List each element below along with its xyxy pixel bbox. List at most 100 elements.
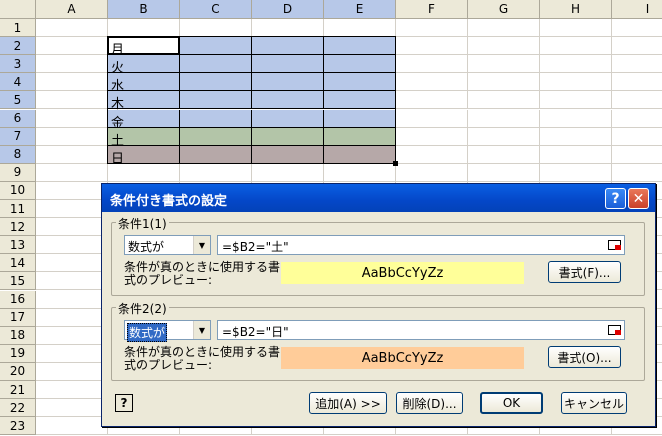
row-header-11[interactable]: 11 <box>0 200 36 219</box>
condition-2-formula-input[interactable]: =$B2="日" <box>217 320 625 340</box>
cell-f1[interactable] <box>396 19 468 38</box>
cell-c3[interactable] <box>180 55 252 74</box>
column-header-i[interactable]: I <box>612 0 662 19</box>
row-header-12[interactable]: 12 <box>0 218 36 237</box>
help-icon[interactable]: ? <box>115 394 133 412</box>
cell-f5[interactable] <box>396 91 468 110</box>
cell-b1[interactable] <box>108 19 180 38</box>
column-header-c[interactable]: C <box>180 0 252 19</box>
cell-a21[interactable] <box>36 381 108 400</box>
cell-d9[interactable] <box>252 163 324 182</box>
add-condition-button[interactable]: 追加(A) >> <box>309 392 387 414</box>
cell-g3[interactable] <box>468 55 540 74</box>
condition-1-type-select[interactable]: 数式が ▼ <box>124 235 211 255</box>
cell-f6[interactable] <box>396 109 468 128</box>
column-header-e[interactable]: E <box>324 0 396 19</box>
cell-i6[interactable] <box>612 110 662 128</box>
cell-b4[interactable]: 水 <box>108 73 180 94</box>
cell-a17[interactable] <box>36 308 108 327</box>
cell-d1[interactable] <box>252 19 324 38</box>
cell-f7[interactable] <box>396 127 468 146</box>
cell-a3[interactable] <box>36 55 108 74</box>
cell-g7[interactable] <box>468 127 540 146</box>
cell-a4[interactable] <box>36 73 108 92</box>
cell-a7[interactable] <box>36 127 108 146</box>
row-header-1[interactable]: 1 <box>0 19 36 38</box>
cell-b5[interactable]: 木 <box>108 91 180 112</box>
cell-f2[interactable] <box>396 37 468 56</box>
column-header-b[interactable]: B <box>108 0 180 19</box>
cell-c2[interactable] <box>180 37 252 56</box>
cell-h3[interactable] <box>540 55 612 74</box>
cell-i2[interactable] <box>612 37 662 56</box>
cell-b9[interactable] <box>108 163 180 182</box>
condition-2-type-select[interactable]: 数式が ▼ <box>124 320 211 342</box>
cell-a9[interactable] <box>36 163 108 182</box>
cell-c6[interactable] <box>180 109 252 128</box>
cell-h2[interactable] <box>540 37 612 56</box>
cell-g8[interactable] <box>468 145 540 164</box>
cell-g5[interactable] <box>468 91 540 110</box>
cell-a16[interactable] <box>36 290 108 309</box>
cancel-button[interactable]: キャンセル <box>561 392 627 414</box>
delete-condition-button[interactable]: 削除(D)... <box>396 392 463 414</box>
cell-e4[interactable] <box>324 73 396 92</box>
row-header-23[interactable]: 23 <box>0 417 36 436</box>
cell-b3[interactable]: 火 <box>108 55 180 76</box>
range-select-icon[interactable] <box>608 240 621 250</box>
cell-e8[interactable] <box>324 145 396 164</box>
cell-b8[interactable]: 日 <box>108 145 180 167</box>
row-header-3[interactable]: 3 <box>0 55 36 74</box>
cell-a14[interactable] <box>36 254 108 273</box>
cell-a11[interactable] <box>36 200 108 219</box>
question-icon[interactable]: ? <box>605 188 626 209</box>
cell-c5[interactable] <box>180 91 252 110</box>
cell-f4[interactable] <box>396 73 468 92</box>
cell-e5[interactable] <box>324 91 396 110</box>
fill-handle[interactable] <box>393 160 398 166</box>
row-header-22[interactable]: 22 <box>0 399 36 418</box>
cell-a10[interactable] <box>36 181 108 200</box>
column-header-a[interactable]: A <box>36 0 108 19</box>
cell-e2[interactable] <box>324 37 396 56</box>
row-header-16[interactable]: 16 <box>0 290 36 309</box>
cell-h9[interactable] <box>540 163 612 182</box>
cell-b2[interactable]: 月 <box>108 37 180 58</box>
row-header-2[interactable]: 2 <box>0 37 36 56</box>
cell-a22[interactable] <box>36 399 108 418</box>
cell-c1[interactable] <box>180 19 252 38</box>
cell-a15[interactable] <box>36 272 108 291</box>
cell-h1[interactable] <box>540 19 612 38</box>
row-header-10[interactable]: 10 <box>0 181 36 200</box>
cell-d8[interactable] <box>252 145 324 164</box>
cell-i8[interactable] <box>612 146 662 164</box>
row-header-13[interactable]: 13 <box>0 236 36 255</box>
cell-f8[interactable] <box>396 145 468 164</box>
cell-i7[interactable] <box>612 128 662 146</box>
cell-a23[interactable] <box>36 417 108 436</box>
cell-e6[interactable] <box>324 109 396 128</box>
cell-i9[interactable] <box>612 164 662 182</box>
cell-g4[interactable] <box>468 73 540 92</box>
cell-i4[interactable] <box>612 73 662 92</box>
column-header-d[interactable]: D <box>252 0 324 19</box>
cell-h7[interactable] <box>540 127 612 146</box>
cell-a12[interactable] <box>36 218 108 237</box>
cell-g9[interactable] <box>468 163 540 182</box>
cell-a6[interactable] <box>36 109 108 128</box>
cell-b6[interactable]: 金 <box>108 109 180 131</box>
row-header-20[interactable]: 20 <box>0 362 36 381</box>
cell-d2[interactable] <box>252 37 324 56</box>
cell-a18[interactable] <box>36 326 108 345</box>
row-header-21[interactable]: 21 <box>0 381 36 400</box>
column-header-g[interactable]: G <box>468 0 540 19</box>
chevron-down-icon[interactable]: ▼ <box>193 236 210 254</box>
row-header-5[interactable]: 5 <box>0 91 36 110</box>
cell-c4[interactable] <box>180 73 252 92</box>
cell-i3[interactable] <box>612 55 662 74</box>
cell-i5[interactable] <box>612 91 662 110</box>
select-all-corner[interactable] <box>0 0 36 19</box>
cell-h5[interactable] <box>540 91 612 110</box>
row-header-17[interactable]: 17 <box>0 308 36 327</box>
cell-b7[interactable]: 土 <box>108 127 180 149</box>
